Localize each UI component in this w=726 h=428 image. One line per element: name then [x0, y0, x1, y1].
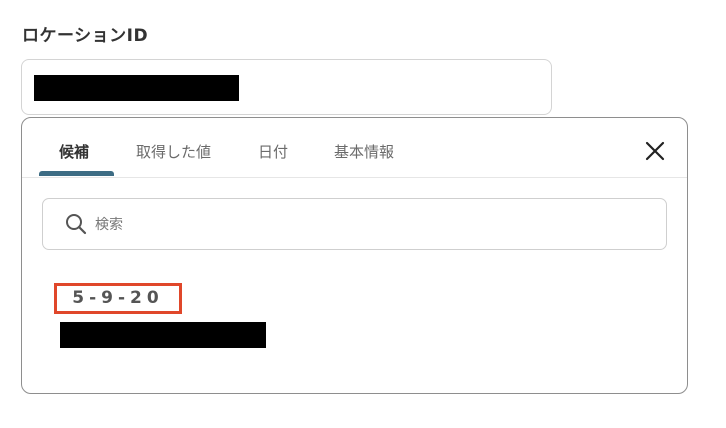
search-box[interactable] — [42, 198, 667, 250]
close-button[interactable] — [642, 138, 668, 164]
tab-date[interactable]: 日付 — [258, 141, 288, 162]
page: ロケーションID 候補 取得した値 日付 基本情報 検索 5-9-20 — [0, 0, 726, 428]
close-icon — [645, 141, 665, 161]
search-input[interactable] — [93, 211, 657, 239]
tab-bar: 候補 取得した値 日付 基本情報 — [22, 118, 687, 178]
redacted-suggestion-detail — [60, 322, 266, 348]
suggestion-item[interactable]: 5-9-20 — [54, 281, 274, 351]
active-tab-indicator — [39, 171, 114, 176]
field-label: ロケーションID — [22, 26, 149, 46]
value-picker-panel: 候補 取得した値 日付 基本情報 5-9-20 — [21, 117, 688, 394]
tab-basic-info[interactable]: 基本情報 — [334, 141, 394, 162]
search-icon — [66, 214, 87, 235]
tab-retrieved-values[interactable]: 取得した値 — [136, 141, 211, 162]
location-id-input[interactable] — [21, 59, 552, 115]
suggestion-value: 5-9-20 — [54, 283, 182, 314]
tab-candidates[interactable]: 候補 — [59, 141, 89, 162]
redacted-input-value — [34, 75, 239, 101]
